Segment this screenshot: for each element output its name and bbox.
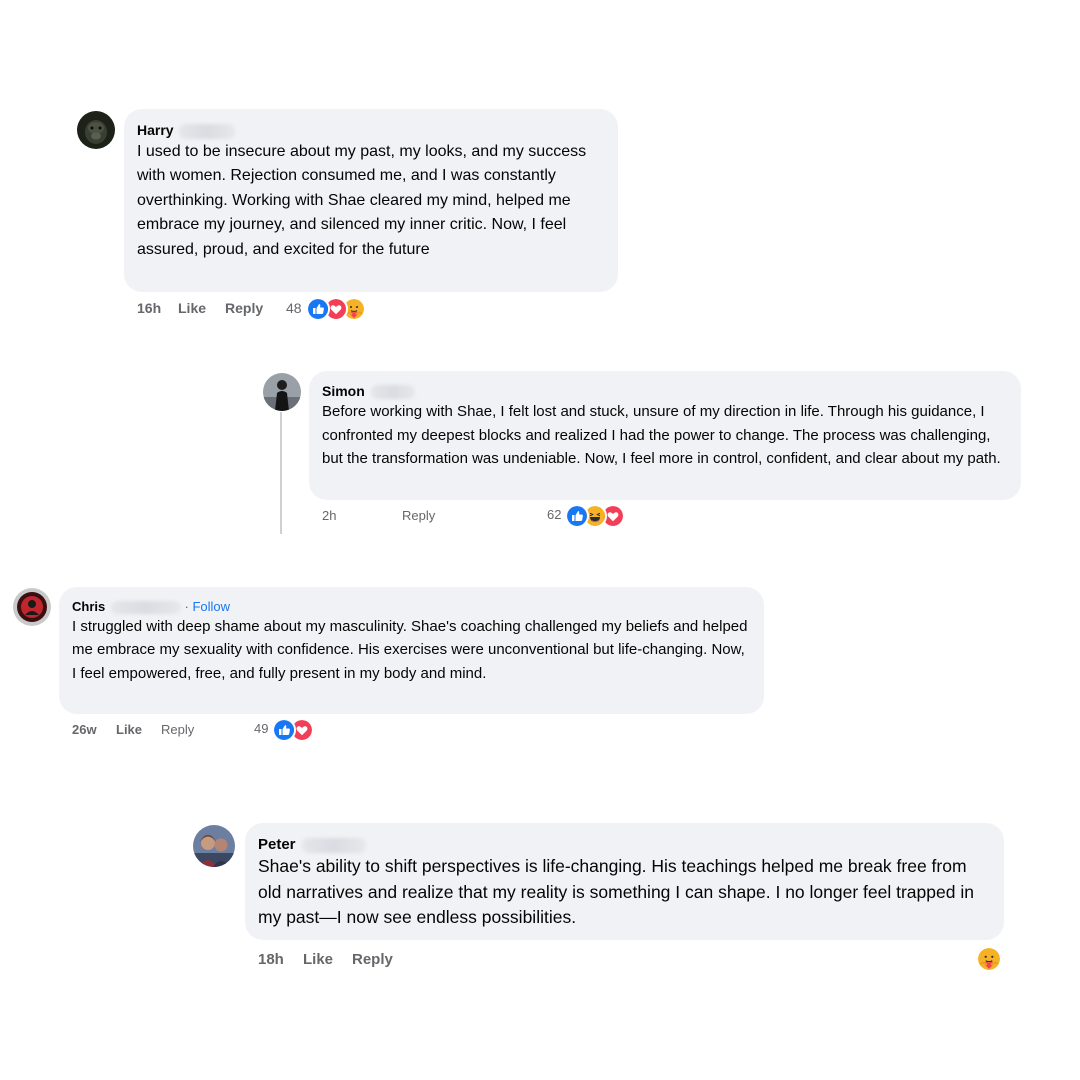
reaction-count: 49 [254, 721, 269, 736]
avatar[interactable] [77, 111, 115, 149]
avatar[interactable] [263, 373, 301, 411]
comment-time[interactable]: 18h [258, 951, 284, 968]
comment-bubble: Chris · Follow I struggled with deep sha… [59, 587, 764, 714]
comment-text: I used to be insecure about my past, my … [137, 143, 587, 258]
comment-text: I struggled with deep shame about my mas… [72, 618, 748, 682]
like-button[interactable]: Like [303, 951, 333, 968]
like-icon [306, 297, 330, 321]
redacted-name [301, 837, 366, 853]
comment-text: Shae's ability to shift perspectives is … [258, 856, 974, 927]
like-icon [565, 504, 589, 528]
comment-time[interactable]: 2h [322, 508, 336, 523]
comment-actions: 18h Like Reply [258, 951, 458, 970]
redacted-name [179, 123, 236, 139]
comment-time[interactable]: 26w [72, 722, 97, 737]
reaction-count: 62 [547, 507, 562, 522]
comment-actions: 26w Like Reply [72, 722, 272, 739]
comment-bubble: Simon Before working with Shae, I felt l… [309, 371, 1021, 500]
reaction-count: 48 [286, 300, 302, 316]
comment-author[interactable]: Peter [258, 835, 296, 854]
comment-bubble: Peter Shae's ability to shift perspectiv… [245, 823, 1004, 940]
follow-button[interactable]: Follow [192, 599, 230, 614]
redacted-name [370, 385, 415, 400]
avatar[interactable] [13, 588, 51, 626]
like-icon [272, 718, 296, 742]
comment-author[interactable]: Harry [137, 120, 174, 140]
reply-button[interactable]: Reply [352, 951, 393, 968]
like-button[interactable]: Like [178, 300, 206, 316]
reaction-summary[interactable]: 49 [254, 718, 324, 742]
care-icon [976, 946, 1002, 972]
reply-button[interactable]: Reply [225, 300, 263, 316]
like-button[interactable]: Like [116, 722, 142, 737]
redacted-name [110, 601, 181, 615]
reaction-summary[interactable]: 48 [286, 297, 376, 321]
reaction-summary[interactable] [976, 946, 1004, 972]
comment-actions: 2h Reply [322, 508, 522, 525]
comment-bubble: Harry I used to be insecure about my pas… [124, 109, 618, 292]
comment-author[interactable]: Simon [322, 382, 365, 400]
avatar[interactable] [193, 825, 235, 867]
reaction-summary[interactable]: 62 [547, 504, 637, 528]
reply-button[interactable]: Reply [161, 722, 194, 737]
comment-text: Before working with Shae, I felt lost an… [322, 403, 1001, 468]
reply-button[interactable]: Reply [402, 508, 435, 523]
comment-author[interactable]: Chris [72, 598, 105, 615]
thread-line [280, 412, 282, 534]
comment-time[interactable]: 16h [137, 300, 161, 316]
